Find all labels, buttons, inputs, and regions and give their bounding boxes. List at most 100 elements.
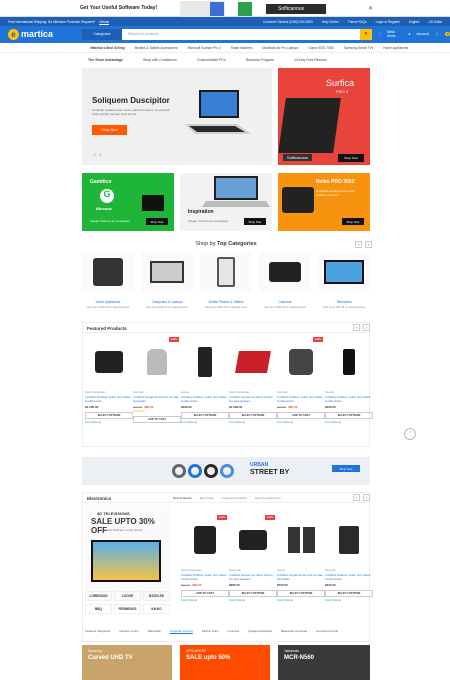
currency-select[interactable]: US Dollar	[428, 20, 442, 24]
help-center-link[interactable]: Help Center	[322, 20, 339, 24]
product-image[interactable]	[277, 515, 325, 565]
category-link[interactable]: Quisque Dolopibus	[248, 629, 272, 633]
tile-shop-button[interactable]: Shop Now	[342, 218, 364, 225]
language-select[interactable]: English	[409, 20, 419, 24]
category-item[interactable]: Computers & Laptops Upto up to 30% off o…	[141, 252, 193, 309]
electronics-promo[interactable]: 3D TELEVISIONS SALE UPTO 30% OFF Curabit…	[85, 505, 170, 600]
search-input[interactable]: Search for products	[122, 29, 360, 40]
prev-arrow-icon[interactable]: ‹	[94, 152, 96, 158]
product-name[interactable]: Curabitur Delicium pulvin nec mauris con…	[85, 395, 133, 403]
banner-shop-button[interactable]: Shop Now	[332, 465, 360, 472]
product-name[interactable]: Curabitur Delicium pulvin nec mauris con…	[181, 395, 229, 403]
product-image[interactable]	[229, 337, 277, 387]
next-arrow-icon[interactable]: ›	[100, 152, 102, 158]
category-name[interactable]: Home Appliances	[82, 300, 134, 304]
add-to-cart-button[interactable]: ADD TO CART	[181, 590, 229, 597]
theme-faqs-link[interactable]: Theme FAQs	[348, 20, 367, 24]
details-link[interactable]: Details	[99, 20, 109, 24]
product-name[interactable]: Curabitur feugiat de dui nunc at vitae f…	[277, 573, 325, 581]
product-name[interactable]: Curabitur Delicium pulvin nec mauris con…	[181, 573, 229, 581]
product-image[interactable]	[181, 337, 229, 387]
select-options-button[interactable]: SELECT OPTIONS	[181, 412, 229, 419]
nav-item[interactable]: Microsoft Surface Pro 4	[187, 46, 220, 50]
category-link[interactable]: Materrities	[148, 629, 161, 633]
user-icon[interactable]: ●	[408, 32, 410, 36]
category-item[interactable]: Cameras Upto up to 40% off on selected i…	[259, 252, 311, 309]
select-options-button[interactable]: SELECT OPTIONS	[325, 590, 373, 597]
bottom-tile[interactable]: Yamamoto MCR-N560	[278, 645, 370, 680]
account-link[interactable]: Account	[416, 32, 429, 36]
add-to-cart-button[interactable]: ADD TO CART	[277, 412, 325, 419]
tab-featured-products[interactable]: Featured Products	[222, 496, 247, 500]
product-image[interactable]	[325, 337, 373, 387]
category-item[interactable]: Televisions Upto up to 30% off on select…	[318, 252, 370, 309]
category-name[interactable]: Mobile Phones & Tablets	[200, 300, 252, 304]
tile-shop-button[interactable]: Shop Now	[244, 218, 266, 225]
scroll-top-icon[interactable]: ⌃	[404, 428, 416, 440]
select-options-button[interactable]: SELECT OPTIONS	[325, 412, 373, 419]
category-item[interactable]: Home Appliances Upto up to 50% off on se…	[82, 252, 134, 309]
next-arrow-icon[interactable]: ›	[363, 324, 370, 331]
product-name[interactable]: Curabitur Delicium pulvin nec mauris con…	[277, 395, 325, 403]
category-link[interactable]: Nutrition Lorem	[120, 629, 139, 633]
product-name[interactable]: Curabitur feugiat de dui nunc at vitae f…	[133, 395, 181, 403]
nav-item[interactable]: Smart Watches	[231, 46, 253, 50]
category-link[interactable]: Loremius	[228, 629, 240, 633]
product-name[interactable]: Curabitur Semam ac dotum tempor sim quis…	[229, 573, 277, 581]
product-image[interactable]: SALE	[229, 515, 277, 565]
next-arrow-icon[interactable]: ›	[365, 241, 372, 248]
product-image[interactable]: SALE	[277, 337, 325, 387]
promo-tile[interactable]: Inspiration Integer rhoncus ac consequat…	[180, 173, 272, 231]
close-icon[interactable]: ✕	[368, 5, 373, 12]
search-icon[interactable]: ⌕	[360, 29, 372, 40]
brand-logo[interactable]: BBQ	[85, 604, 112, 614]
nav-item[interactable]: Home Appliances	[383, 46, 408, 50]
select-options-button[interactable]: SELECT OPTIONS	[277, 590, 325, 597]
category-name[interactable]: Cameras	[259, 300, 311, 304]
brand-logo[interactable]: KIKKO	[143, 604, 170, 614]
nav-item[interactable]: Mobiles & Tablets Accessories	[135, 46, 178, 50]
surface-banner[interactable]: Surfica PRO 3 Softicanous Shop Now	[278, 68, 370, 165]
select-options-button[interactable]: SELECT OPTIONS	[229, 590, 277, 597]
select-options-button[interactable]: SELECT OPTIONS	[229, 412, 277, 419]
brand-logo[interactable]: LORENSON	[85, 591, 112, 601]
select-options-button[interactable]: SELECT OPTIONS	[85, 412, 133, 419]
add-to-cart-button[interactable]: ADD TO CART	[133, 416, 181, 423]
logo[interactable]: e martica	[8, 28, 53, 40]
tab-best-seller[interactable]: Best Seller	[200, 496, 215, 500]
tab-most-popular[interactable]: Most Popular Items	[255, 496, 281, 500]
brand-logo[interactable]: BZ300-SE	[143, 591, 170, 601]
bottom-tile[interactable]: Samsung Curved UHD TV	[82, 645, 172, 680]
promo-tile[interactable]: Neiko PRO 360Z Curabitur sodales lorem a…	[278, 173, 370, 231]
nav-item[interactable]: MacBook Air Pro Laptops	[262, 46, 298, 50]
product-name[interactable]: Curabitur Semam ac dotum tempor sim quis…	[229, 395, 277, 403]
promo-tile[interactable]: Gamitico G iBoxous Integer rhoncus ac co…	[82, 173, 174, 231]
heart-icon[interactable]: ♡	[378, 32, 381, 36]
category-name[interactable]: Televisions	[318, 300, 370, 304]
search-category-select[interactable]: Categories	[82, 29, 122, 40]
urban-street-banner[interactable]: URBAN STREET BY Shop Now	[82, 457, 370, 485]
prev-arrow-icon[interactable]: ‹	[353, 494, 360, 501]
login-link[interactable]: Login or Register	[376, 20, 400, 24]
product-image[interactable]	[85, 337, 133, 387]
category-link[interactable]: Loremius Consult	[316, 629, 338, 633]
tile-shop-button[interactable]: Shop Now	[146, 218, 168, 225]
nav-item[interactable]: Samsung Smart TVs	[344, 46, 373, 50]
bottom-tile[interactable]: APPLIANCES SALE upto 50%	[180, 645, 270, 680]
surface-shop-button[interactable]: Shop Now	[338, 154, 364, 162]
category-name[interactable]: Computers & Laptops	[141, 300, 193, 304]
nav-item[interactable]: Canon EOS 700D	[308, 46, 334, 50]
product-image[interactable]: SALE	[181, 515, 229, 565]
prev-arrow-icon[interactable]: ‹	[355, 241, 362, 248]
cart-icon[interactable]: 🛒	[435, 32, 439, 36]
brand-logo[interactable]: LOOGE	[114, 591, 141, 601]
next-arrow-icon[interactable]: ›	[363, 494, 370, 501]
hero-shop-button[interactable]: Shop Now	[92, 125, 127, 135]
product-name[interactable]: Curabitur Delicium pulvin nec mauris con…	[325, 573, 373, 581]
category-item[interactable]: Mobile Phones & Tablets Upto up to 50% o…	[200, 252, 252, 309]
wishlist-link[interactable]: Wish items	[387, 30, 402, 38]
product-image[interactable]	[325, 515, 373, 565]
tab-new-products[interactable]: New Products	[173, 496, 192, 500]
category-link[interactable]: Computer Lorenso	[170, 629, 193, 633]
brand-logo[interactable]: FERMENOS	[114, 604, 141, 614]
